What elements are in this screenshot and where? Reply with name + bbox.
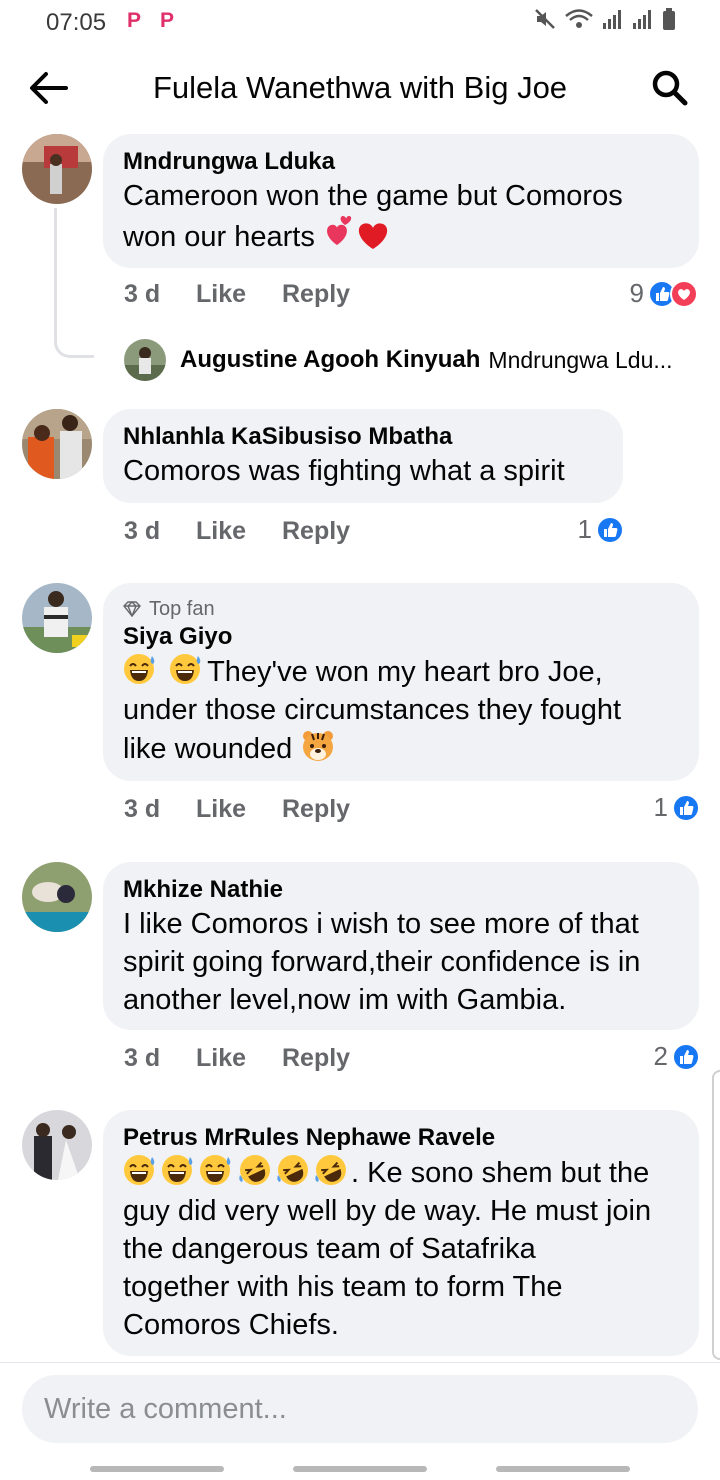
comment-author[interactable]: Siya Giyo bbox=[123, 622, 679, 652]
comment-text: Cameroon won the game but Comoros bbox=[123, 180, 623, 212]
love-reaction-icon bbox=[670, 279, 698, 308]
reaction-summary[interactable]: 2 bbox=[654, 1041, 700, 1072]
like-button[interactable]: Like bbox=[196, 280, 282, 309]
status-time: 07:05 bbox=[46, 9, 107, 36]
rolling-laughing-emoji-icon bbox=[277, 1155, 308, 1185]
page-title: Fulela Wanethwa with Big Joe bbox=[152, 70, 568, 105]
two-hearts-emoji-icon bbox=[326, 216, 388, 249]
grinning-sweat-emoji-icon bbox=[124, 1155, 155, 1185]
comment-author[interactable]: Mkhize Nathie bbox=[123, 875, 679, 905]
scroll-indicator[interactable] bbox=[712, 1070, 720, 1360]
comment-bubble[interactable]: Mndrungwa Lduka Cameroon won the game bu… bbox=[103, 134, 699, 268]
grinning-sweat-emoji-icon bbox=[162, 1155, 193, 1185]
comment-text: Comoros was fighting what a spirit bbox=[123, 455, 565, 487]
comment-text: like wounded bbox=[123, 729, 679, 768]
reply-button[interactable]: Reply bbox=[282, 795, 350, 824]
comment-actions: 3 d Like Reply bbox=[124, 517, 350, 546]
comment-time: 3 d bbox=[124, 517, 161, 545]
comment-text: guy did very well by de way. He must joi… bbox=[123, 1195, 652, 1227]
comment-author[interactable]: Mndrungwa Lduka bbox=[123, 147, 679, 177]
avatar[interactable] bbox=[22, 862, 92, 932]
reply-preview[interactable]: Augustine Agooh Kinyuah Mndrungwa Ldu... bbox=[124, 338, 673, 382]
app-notification-icon: P bbox=[127, 9, 142, 32]
reply-snippet: Mndrungwa Ldu... bbox=[488, 346, 673, 373]
like-button[interactable]: Like bbox=[196, 517, 282, 546]
comment-text: Comoros Chiefs. bbox=[123, 1309, 339, 1341]
reaction-count: 1 bbox=[577, 514, 592, 544]
comment-author[interactable]: Nhlanhla KaSibusiso Mbatha bbox=[123, 422, 603, 452]
reply-button[interactable]: Reply bbox=[282, 517, 350, 546]
reply-button[interactable]: Reply bbox=[282, 280, 350, 309]
reply-button[interactable]: Reply bbox=[282, 1044, 350, 1073]
rolling-laughing-emoji-icon bbox=[239, 1155, 270, 1185]
mute-icon bbox=[535, 9, 555, 29]
comment-actions: 3 d Like Reply bbox=[124, 1044, 350, 1073]
signal-icon bbox=[603, 10, 621, 29]
reaction-count: 1 bbox=[653, 792, 668, 822]
like-button[interactable]: Like bbox=[196, 1044, 282, 1073]
comment-time: 3 d bbox=[124, 1044, 161, 1072]
like-reaction-icon bbox=[672, 1042, 700, 1071]
like-button[interactable]: Like bbox=[196, 795, 282, 824]
comment-text: They've won my heart bro Joe, bbox=[123, 652, 679, 691]
reply-author: Augustine Agooh Kinyuah bbox=[180, 346, 481, 373]
avatar[interactable] bbox=[22, 583, 92, 653]
status-icons bbox=[534, 8, 676, 30]
grinning-sweat-emoji-icon bbox=[124, 654, 155, 684]
like-reaction-icon bbox=[596, 515, 624, 544]
signal-icon bbox=[633, 10, 651, 29]
nav-home-button[interactable] bbox=[293, 1466, 427, 1472]
comment-text: I like Comoros i wish to see more of tha… bbox=[123, 908, 639, 940]
like-reaction-icon bbox=[672, 793, 700, 822]
tiger-face-emoji-icon bbox=[303, 731, 334, 761]
reaction-count: 2 bbox=[653, 1041, 668, 1071]
avatar[interactable] bbox=[124, 339, 166, 381]
avatar[interactable] bbox=[22, 134, 92, 204]
grinning-sweat-emoji-icon bbox=[200, 1155, 231, 1185]
search-button[interactable] bbox=[648, 66, 692, 110]
comment-bubble[interactable]: Top fan Siya Giyo They've won my heart b… bbox=[103, 583, 699, 781]
reaction-count: 9 bbox=[629, 278, 644, 308]
comment-text: together with his team to form The bbox=[123, 1271, 563, 1303]
reaction-summary[interactable]: 1 bbox=[578, 514, 624, 545]
nav-recent-button[interactable] bbox=[90, 1466, 224, 1472]
comment-input[interactable] bbox=[22, 1375, 698, 1443]
comment-actions: 3 d Like Reply bbox=[124, 280, 350, 309]
app-header: Fulela Wanethwa with Big Joe bbox=[0, 44, 720, 132]
comment-actions: 3 d Like Reply bbox=[124, 795, 350, 824]
comment-text: won our hearts bbox=[123, 215, 679, 256]
comment-author[interactable]: Petrus MrRules Nephawe Ravele bbox=[123, 1123, 679, 1153]
reaction-summary[interactable]: 1 bbox=[654, 792, 700, 823]
comment-text: spirit going forward,their confidence is… bbox=[123, 946, 641, 978]
comment-text: the dangerous team of Satafrika bbox=[123, 1233, 536, 1265]
top-fan-badge: Top fan bbox=[123, 596, 679, 622]
comment-time: 3 d bbox=[124, 280, 161, 308]
app-notification-icon: P bbox=[160, 9, 175, 32]
search-icon bbox=[652, 70, 688, 106]
system-nav-bar bbox=[0, 1462, 720, 1480]
comment-text: under those circumstances they fought bbox=[123, 694, 622, 726]
comment-text: another level,now im with Gambia. bbox=[123, 984, 567, 1016]
comment-time: 3 d bbox=[124, 795, 161, 823]
grinning-sweat-emoji-icon bbox=[170, 654, 201, 684]
thread-line bbox=[54, 208, 94, 358]
wifi-icon bbox=[565, 9, 593, 28]
avatar[interactable] bbox=[22, 409, 92, 479]
battery-icon bbox=[663, 8, 675, 30]
avatar[interactable] bbox=[22, 1110, 92, 1180]
reaction-summary[interactable]: 9 bbox=[630, 278, 698, 309]
status-bar: 07:05 P P bbox=[0, 0, 720, 44]
nav-back-button[interactable] bbox=[496, 1466, 630, 1472]
diamond-icon bbox=[123, 601, 141, 617]
comment-bubble[interactable]: Nhlanhla KaSibusiso Mbatha Comoros was f… bbox=[103, 409, 623, 503]
comment-text: . Ke sono shem but the bbox=[123, 1153, 679, 1192]
comment-bubble[interactable]: Mkhize Nathie I like Comoros i wish to s… bbox=[103, 862, 699, 1030]
rolling-laughing-emoji-icon bbox=[315, 1155, 346, 1185]
comment-bubble[interactable]: Petrus MrRules Nephawe Ravele . Ke sono … bbox=[103, 1110, 699, 1356]
